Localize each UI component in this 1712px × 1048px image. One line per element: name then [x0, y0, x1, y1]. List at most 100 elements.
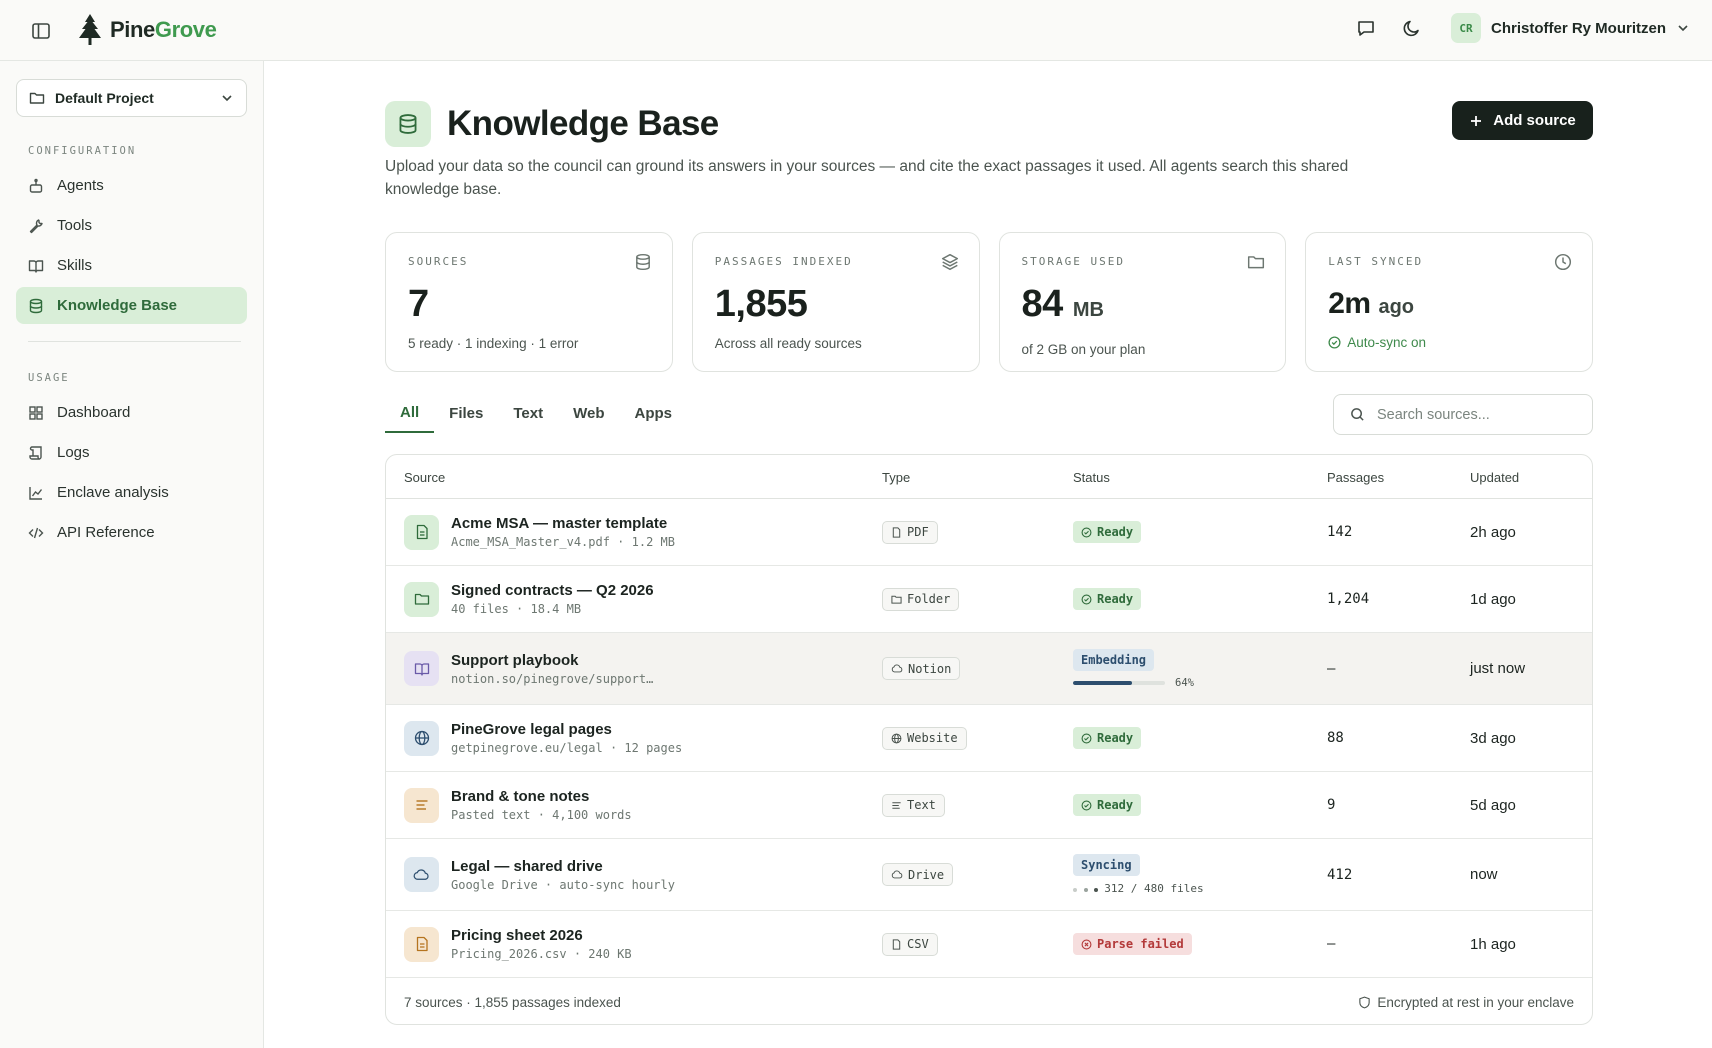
stat-value: 1,855: [714, 283, 808, 325]
type-badge: PDF: [882, 520, 938, 544]
source-meta: Pricing_2026.csv · 240 KB: [451, 947, 632, 961]
source-name[interactable]: Legal — shared drive: [451, 858, 675, 875]
sidebar-item-agents[interactable]: Agents: [16, 167, 247, 204]
folder-icon: [1248, 256, 1265, 269]
sidebar-item-tools[interactable]: Tools: [16, 207, 247, 244]
search-box[interactable]: [1333, 394, 1593, 435]
folder-icon: [29, 92, 45, 104]
stat-sub: Auto-sync on: [1328, 335, 1570, 350]
type-badge: Folder: [882, 587, 960, 611]
embedding-progress: 64%: [1073, 677, 1194, 689]
stat-label: SOURCES: [408, 255, 469, 268]
table-footer: 7 sources · 1,855 passages indexed Encry…: [386, 980, 1592, 1024]
sidebar-item-logs[interactable]: Logs: [16, 434, 247, 471]
source-name[interactable]: Brand & tone notes: [451, 788, 632, 805]
updated-time: 5d ago: [1470, 796, 1516, 814]
source-name[interactable]: Support playbook: [451, 652, 653, 669]
status-badge: Embedding: [1073, 648, 1155, 671]
table-row[interactable]: Pricing sheet 2026 Pricing_2026.csv · 24…: [386, 911, 1592, 978]
check-circle-icon: [1328, 336, 1341, 349]
add-source-button[interactable]: Add source: [1452, 101, 1593, 140]
scroll-icon: [29, 445, 42, 460]
main-content: Knowledge Base Add source Upload your da…: [264, 61, 1712, 1048]
project-selector[interactable]: Default Project: [16, 79, 247, 117]
sidebar-item-skills[interactable]: Skills: [16, 247, 247, 284]
table-row[interactable]: Support playbook notion.so/pinegrove/sup…: [386, 633, 1592, 705]
user-name: Christoffer Ry Mouritzen: [1490, 19, 1666, 37]
passages-count: 88: [1327, 730, 1344, 746]
user-menu[interactable]: CR Christoffer Ry Mouritzen: [1450, 13, 1690, 43]
stat-card-last-synced: LAST SYNCED 2m ago Auto-sync on: [1305, 232, 1593, 372]
column-header-status[interactable]: Status: [1073, 470, 1110, 485]
globe-icon: [404, 720, 439, 756]
sidebar-item-dashboard[interactable]: Dashboard: [16, 394, 247, 431]
table-row[interactable]: Brand & tone notes Pasted text · 4,100 w…: [386, 772, 1592, 839]
progress-bar: [1073, 680, 1165, 685]
tab-all[interactable]: All: [385, 393, 435, 433]
source-meta: Acme_MSA_Master_v4.pdf · 1.2 MB: [451, 535, 675, 549]
table-row[interactable]: Legal — shared drive Google Drive · auto…: [386, 839, 1592, 911]
tab-apps[interactable]: Apps: [620, 393, 688, 433]
stat-card-storage: STORAGE USED 84 MB of 2 GB on your plan: [998, 232, 1287, 372]
progress-text: 64%: [1175, 676, 1194, 689]
grid-icon: [29, 405, 43, 420]
folder-icon: [891, 595, 902, 604]
source-name[interactable]: Pricing sheet 2026: [451, 927, 632, 944]
stat-sub: of 2 GB on your plan: [1021, 342, 1146, 357]
table-row[interactable]: Signed contracts — Q2 2026 40 files · 18…: [386, 566, 1592, 633]
table-summary: 7 sources · 1,855 passages indexed: [404, 994, 621, 1010]
sidebar-item-enclave-analysis[interactable]: Enclave analysis: [16, 474, 247, 511]
search-icon: [1351, 408, 1364, 421]
stat-value: 7: [408, 283, 429, 325]
text-lines-icon: [892, 801, 901, 809]
chart-icon: [29, 486, 43, 500]
stat-value: 84 MB: [1021, 283, 1104, 325]
stat-label: STORAGE USED: [1021, 255, 1125, 268]
source-name[interactable]: Signed contracts — Q2 2026: [451, 582, 654, 599]
brand-logo[interactable]: PineGrove: [76, 13, 217, 47]
column-header-updated[interactable]: Updated: [1470, 470, 1519, 485]
type-badge: CSV: [882, 932, 938, 956]
avatar: CR: [1450, 13, 1481, 43]
text-lines-icon: [404, 787, 439, 823]
table-row[interactable]: Acme MSA — master template Acme_MSA_Mast…: [386, 499, 1592, 566]
column-header-passages[interactable]: Passages: [1327, 470, 1384, 485]
search-input[interactable]: [1377, 406, 1577, 423]
tab-web[interactable]: Web: [558, 393, 619, 433]
status-badge: Ready: [1073, 521, 1142, 543]
robot-icon: [29, 178, 43, 193]
type-badge: Notion: [882, 657, 961, 680]
sidebar-item-label: Knowledge Base: [57, 297, 178, 314]
source-name[interactable]: Acme MSA — master template: [451, 515, 675, 532]
database-icon: [29, 298, 43, 313]
sidebar-toggle-icon[interactable]: [30, 20, 52, 42]
passages-count: —: [1327, 936, 1336, 952]
file-icon: [892, 938, 901, 950]
brand-name: PineGrove: [110, 17, 217, 42]
source-name[interactable]: PineGrove legal pages: [451, 721, 682, 738]
sidebar-item-label: Logs: [57, 444, 90, 461]
updated-time: 3d ago: [1470, 729, 1516, 747]
check-circle-icon: [1081, 594, 1092, 604]
updated-time: 1h ago: [1470, 935, 1516, 953]
table-row[interactable]: PineGrove legal pages getpinegrove.eu/le…: [386, 705, 1592, 772]
tab-files[interactable]: Files: [434, 393, 498, 433]
pine-tree-icon: [79, 14, 101, 45]
sidebar-item-label: Enclave analysis: [57, 484, 169, 501]
chat-icon[interactable]: [1353, 15, 1379, 41]
sidebar-item-label: Tools: [57, 217, 93, 234]
sidebar-item-knowledge-base[interactable]: Knowledge Base: [16, 287, 247, 324]
page-subtitle: Upload your data so the council can grou…: [385, 158, 1349, 198]
stat-sub: Across all ready sources: [714, 336, 862, 351]
updated-time: just now: [1470, 660, 1526, 677]
moon-icon[interactable]: [1399, 15, 1425, 41]
plus-icon: [1471, 115, 1482, 126]
stat-label: LAST SYNCED: [1328, 255, 1424, 268]
sidebar-item-api-reference[interactable]: API Reference: [16, 514, 247, 551]
database-icon: [635, 253, 650, 271]
tab-text[interactable]: Text: [498, 393, 558, 433]
column-header-type[interactable]: Type: [882, 470, 910, 485]
filter-tabs: All Files Text Web Apps: [385, 393, 687, 433]
status-badge: Ready: [1073, 794, 1142, 816]
column-header-source[interactable]: Source: [404, 470, 445, 485]
